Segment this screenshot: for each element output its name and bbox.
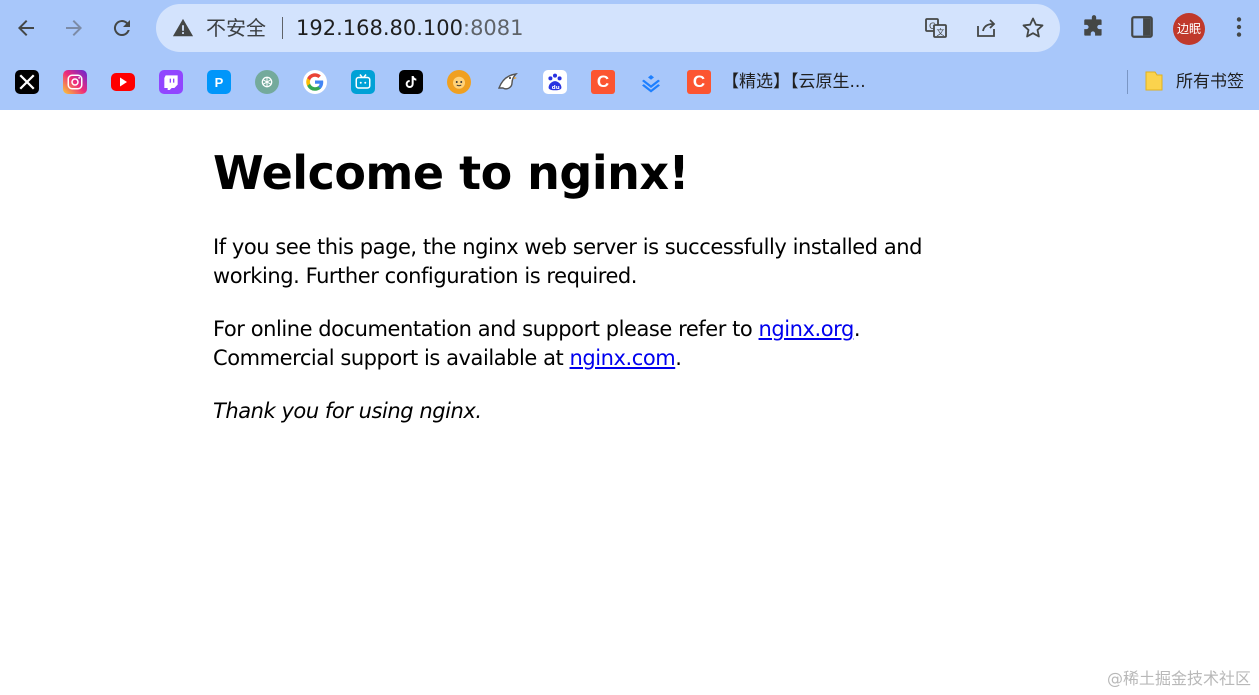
bookmark-bird[interactable] (495, 70, 519, 94)
instagram-icon (67, 74, 83, 90)
share-icon[interactable] (974, 16, 998, 40)
url-text[interactable]: 192.168.80.100:8081 (296, 15, 524, 41)
menu-icon[interactable] (1226, 14, 1252, 40)
chatgpt-icon (261, 76, 273, 88)
extensions-icon[interactable] (1081, 14, 1107, 40)
browser-toolbar: 不安全 192.168.80.100:8081 G文 边眠 (0, 0, 1259, 56)
nginx-com-link[interactable]: nginx.com (570, 346, 676, 370)
bookmark-pixiv[interactable]: P (207, 70, 231, 94)
profile-avatar[interactable]: 边眠 (1173, 13, 1205, 45)
translate-icon[interactable]: G文 (924, 16, 948, 40)
bookmark-juejin[interactable] (639, 70, 663, 94)
url-host: 192.168.80.100 (296, 16, 463, 40)
security-status[interactable]: 不安全 (206, 15, 266, 41)
svg-text:文: 文 (937, 27, 945, 37)
csdn-icon: C (596, 72, 610, 91)
bookmark-tiktok[interactable] (399, 70, 423, 94)
folder-icon[interactable] (1144, 70, 1164, 92)
bookmark-text-label[interactable]: 【精选】【云原生... (722, 70, 866, 94)
pixiv-icon: P (214, 74, 224, 90)
commercial-text: Commercial support is available at (213, 346, 570, 370)
bookmark-chatgpt[interactable] (255, 70, 279, 94)
bookmark-twitch[interactable] (159, 70, 183, 94)
bookmark-bilibili[interactable] (351, 70, 375, 94)
bookmark-csdn-article[interactable]: C (687, 70, 711, 94)
bookmark-youtube[interactable] (111, 73, 135, 91)
twitch-icon (164, 75, 178, 90)
bookmark-csdn[interactable]: C (591, 70, 615, 94)
page-title: Welcome to nginx! (213, 146, 690, 200)
juejin-icon (642, 75, 660, 93)
back-button[interactable] (8, 10, 44, 46)
all-bookmarks-link[interactable]: 所有书签 (1176, 70, 1244, 94)
browser-chrome: 不安全 192.168.80.100:8081 G文 边眠 P du C C 【… (0, 0, 1259, 110)
thanks-paragraph: Thank you for using nginx. (213, 399, 482, 423)
nginx-org-link[interactable]: nginx.org (759, 317, 855, 341)
svg-text:du: du (552, 85, 560, 91)
baidu-icon: du (548, 73, 562, 91)
bookmark-x[interactable] (15, 70, 39, 94)
bookmarks-bar: P du C C 【精选】【云原生... 所有书签 (0, 56, 1259, 108)
intro-paragraph: If you see this page, the nginx web serv… (213, 235, 923, 288)
watermark: @稀土掘金技术社区 (1106, 669, 1251, 688)
google-icon (306, 73, 324, 91)
warning-icon[interactable] (172, 17, 194, 39)
csdn-icon: C (692, 72, 706, 91)
youtube-icon (120, 77, 127, 87)
omnibox-separator (282, 17, 283, 39)
support-period: . (853, 317, 861, 341)
arrow-right-icon (66, 20, 82, 36)
avatar-bookmark-icon (453, 76, 465, 89)
bookmark-instagram[interactable] (63, 70, 87, 94)
star-icon[interactable] (1021, 16, 1045, 40)
address-bar[interactable]: 不安全 192.168.80.100:8081 G文 (156, 4, 1060, 52)
bookmark-google[interactable] (303, 70, 327, 94)
forward-button[interactable] (56, 10, 92, 46)
side-panel-icon[interactable] (1129, 14, 1155, 40)
support-text: For online documentation and support ple… (213, 317, 759, 341)
reload-icon (113, 20, 130, 37)
bookmarks-divider (1127, 70, 1128, 94)
tiktok-icon (405, 76, 417, 88)
bird-bookmark-icon (497, 73, 518, 90)
bilibili-icon (355, 74, 371, 89)
reload-button[interactable] (104, 10, 140, 46)
arrow-left-icon (18, 20, 34, 36)
url-port: :8081 (463, 16, 524, 40)
commercial-period: . (675, 346, 682, 370)
bookmark-avatar[interactable] (447, 70, 471, 94)
x-icon (19, 74, 35, 90)
bookmark-baidu[interactable]: du (543, 70, 567, 94)
support-paragraph: For online documentation and support ple… (213, 315, 973, 373)
